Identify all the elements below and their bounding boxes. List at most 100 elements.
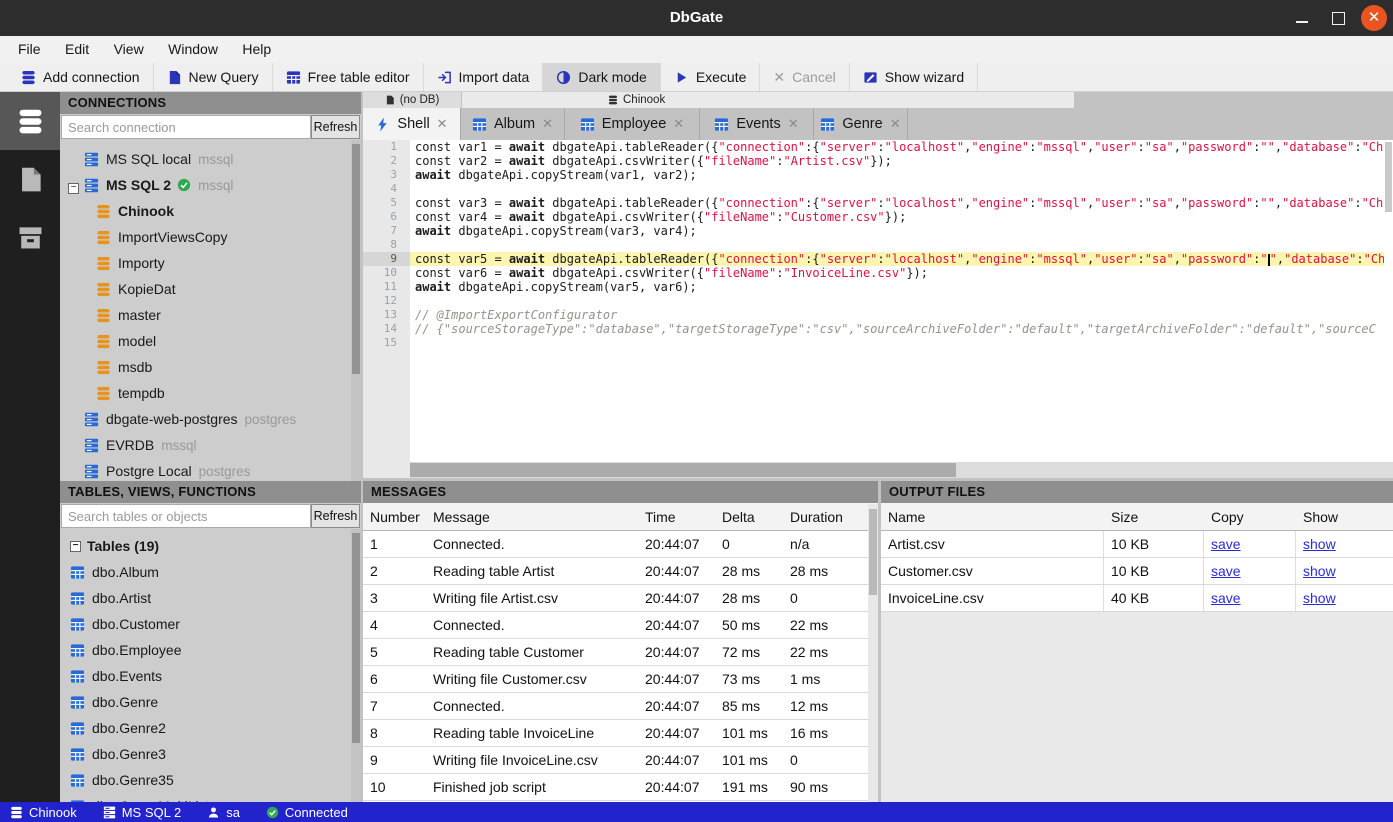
tables-refresh-button[interactable]: Refresh [311,504,360,528]
table-item[interactable]: dbo.Genre2 [60,715,361,741]
database-icon [608,95,618,105]
status-database[interactable]: Chinook [10,805,77,820]
table-item[interactable]: dbo.Customer [60,611,361,637]
database-icon [10,806,23,819]
save-link[interactable]: save [1211,536,1241,552]
collapse-icon[interactable]: − [68,183,79,194]
close-icon[interactable]: ✕ [890,116,901,132]
show-wizard-button[interactable]: Show wizard [850,63,978,91]
menu-view[interactable]: View [104,36,154,63]
cancel-button[interactable]: ✕ Cancel [760,63,849,91]
database-icon [96,256,111,271]
table-item[interactable]: dbo.Genre [60,689,361,715]
table-icon [820,117,835,132]
messages-panel: MESSAGES Number Message Time Delta Durat… [363,481,878,802]
database-add-icon [21,70,36,85]
server-icon [84,464,99,479]
rail-archive-tab[interactable] [0,208,60,266]
connection-item[interactable]: Postgre Local postgres [60,458,361,481]
tables-header: TABLES, VIEWS, FUNCTIONS [60,481,361,503]
connections-scrollbar[interactable] [351,140,361,481]
tables-list: − Tables (19) dbo.Album dbo.Artist dbo.C… [60,529,361,802]
status-server[interactable]: MS SQL 2 [103,805,181,820]
save-link[interactable]: save [1211,563,1241,579]
tab-genre[interactable]: Genre ✕ [814,108,908,140]
code-line: const var2 = await dbgateApi.csvWriter({… [410,154,1384,168]
tab-row: Shell ✕ Album ✕ Employee ✕ Events ✕ Genr… [363,108,1393,140]
table-item[interactable]: dbo.GenreMultiList [60,793,361,802]
database-item[interactable]: ImportViewsCopy [60,224,361,250]
table-item[interactable]: dbo.Artist [60,585,361,611]
database-item[interactable]: msdb [60,354,361,380]
menu-window[interactable]: Window [158,36,228,63]
close-icon[interactable]: ✕ [788,116,799,132]
connection-item[interactable]: EVRDB mssql [60,432,361,458]
add-connection-button[interactable]: Add connection [8,63,154,91]
database-item[interactable]: model [60,328,361,354]
menu-help[interactable]: Help [232,36,281,63]
database-item[interactable]: tempdb [60,380,361,406]
message-row: 8Reading table InvoiceLine 20:44:07101 m… [363,720,878,747]
menu-edit[interactable]: Edit [55,36,99,63]
tab-shell[interactable]: Shell ✕ [363,108,461,140]
connection-search-input[interactable] [61,115,311,139]
import-data-button[interactable]: Import data [424,63,544,91]
server-icon [84,178,99,193]
scrollbar-thumb[interactable] [410,463,956,477]
database-item[interactable]: Chinook [60,198,361,224]
close-icon[interactable]: ✕ [542,116,553,132]
tab-events[interactable]: Events ✕ [700,108,814,140]
close-icon[interactable]: ✕ [673,116,684,132]
table-item[interactable]: dbo.Events [60,663,361,689]
free-table-editor-button[interactable]: Free table editor [273,63,424,91]
dbgate-window: DbGate ✕ File Edit View Window Help Add … [0,0,1393,822]
rail-files-tab[interactable] [0,150,60,208]
database-icon [96,204,111,219]
close-button[interactable]: ✕ [1361,5,1387,31]
close-icon[interactable]: ✕ [437,116,448,132]
import-icon [437,70,452,85]
editor-horizontal-scrollbar[interactable] [363,462,1393,478]
script-editor[interactable]: 1const var1 = await dbgateApi.tableReade… [363,140,1393,478]
code-line [410,238,1384,252]
editor-vertical-scrollbar[interactable] [1384,140,1393,462]
save-link[interactable]: save [1211,590,1241,606]
status-user[interactable]: sa [207,805,240,820]
tab-album[interactable]: Album ✕ [461,108,565,140]
execute-button[interactable]: Execute [661,63,761,91]
connections-refresh-button[interactable]: Refresh [311,115,360,139]
new-query-button[interactable]: New Query [154,63,273,91]
tables-group[interactable]: − Tables (19) [60,533,361,559]
database-item[interactable]: Importy [60,250,361,276]
connection-item[interactable]: − MS SQL 2 mssql [60,172,361,198]
table-item[interactable]: dbo.Employee [60,637,361,663]
message-row: 2Reading table Artist 20:44:0728 ms 28 m… [363,558,878,585]
show-link[interactable]: show [1303,536,1336,552]
messages-scrollbar[interactable] [868,504,878,802]
tables-search-input[interactable] [61,504,311,528]
rail-connections-tab[interactable] [0,92,60,150]
maximize-button[interactable] [1325,5,1351,31]
show-link[interactable]: show [1303,563,1336,579]
wizard-icon [863,70,878,85]
database-item[interactable]: master [60,302,361,328]
dark-mode-button[interactable]: Dark mode [543,63,660,91]
code-line: const var4 = await dbgateApi.csvWriter({… [410,210,1384,224]
status-connection-state[interactable]: Connected [266,805,348,820]
connection-item[interactable]: MS SQL local mssql [60,146,361,172]
tab-employee[interactable]: Employee ✕ [565,108,700,140]
show-link[interactable]: show [1303,590,1336,606]
menu-file[interactable]: File [8,36,51,63]
database-item[interactable]: KopieDat [60,276,361,302]
collapse-icon[interactable]: − [70,541,81,552]
menu-bar: File Edit View Window Help [0,36,1393,63]
minimize-button[interactable] [1289,5,1315,31]
tables-scrollbar[interactable] [351,529,361,802]
connection-item[interactable]: dbgate-web-postgres postgres [60,406,361,432]
tables-search-row: Refresh [60,503,361,529]
contrast-icon [556,70,571,85]
table-item[interactable]: dbo.Genre3 [60,741,361,767]
table-item[interactable]: dbo.Album [60,559,361,585]
table-item[interactable]: dbo.Genre35 [60,767,361,793]
table-icon [70,643,85,658]
